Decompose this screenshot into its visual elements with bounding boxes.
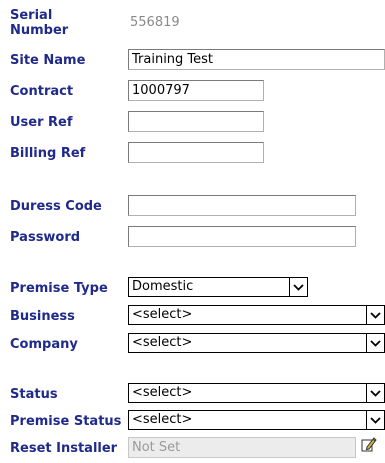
chevron-down-icon[interactable] <box>289 278 307 296</box>
duress-code-input[interactable] <box>128 195 356 216</box>
site-name-input[interactable]: Training Test <box>128 49 385 70</box>
billing-ref-label: Billing Ref <box>10 146 86 161</box>
user-ref-label: User Ref <box>10 115 73 130</box>
user-ref-input[interactable] <box>128 111 264 132</box>
premise-status-selected: <select> <box>132 412 193 427</box>
duress-code-label: Duress Code <box>10 199 102 214</box>
premise-status-select[interactable]: <select> <box>128 410 385 430</box>
premise-type-select[interactable]: Domestic <box>128 277 308 297</box>
business-selected: <select> <box>132 307 193 322</box>
status-select[interactable]: <select> <box>128 383 385 403</box>
premise-type-selected: Domestic <box>132 279 194 294</box>
company-select[interactable]: <select> <box>128 333 385 353</box>
business-label: Business <box>10 309 75 324</box>
chevron-down-icon[interactable] <box>366 334 384 352</box>
edit-pencil-icon[interactable] <box>361 436 377 456</box>
company-label: Company <box>10 337 78 352</box>
password-input[interactable] <box>128 226 356 247</box>
serial-number-value: 556819 <box>130 15 180 30</box>
chevron-down-icon[interactable] <box>366 384 384 402</box>
reset-installer-input: Not Set <box>128 437 356 458</box>
billing-ref-input[interactable] <box>128 142 264 163</box>
premise-status-label: Premise Status <box>10 414 122 429</box>
password-label: Password <box>10 230 81 245</box>
chevron-down-icon[interactable] <box>366 411 384 429</box>
reset-installer-label: Reset Installer <box>10 441 118 456</box>
site-name-label: Site Name <box>10 53 86 68</box>
chevron-down-icon[interactable] <box>366 306 384 324</box>
company-selected: <select> <box>132 335 193 350</box>
status-selected: <select> <box>132 385 193 400</box>
contract-input[interactable]: 1000797 <box>128 80 264 101</box>
contract-label: Contract <box>10 84 74 99</box>
business-select[interactable]: <select> <box>128 305 385 325</box>
status-label: Status <box>10 387 58 402</box>
serial-number-label: Serial Number <box>10 8 69 38</box>
premise-type-label: Premise Type <box>10 281 108 296</box>
